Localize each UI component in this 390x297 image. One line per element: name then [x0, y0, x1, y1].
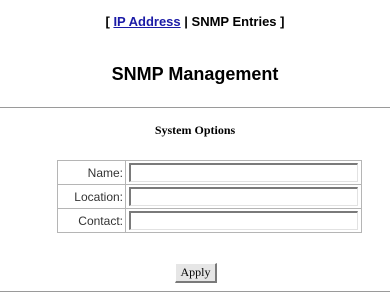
location-row: Location:: [57, 184, 362, 209]
nav-close-bracket: ]: [280, 14, 285, 29]
location-label: Location:: [57, 184, 126, 209]
ip-address-link[interactable]: IP Address: [113, 14, 180, 29]
name-input[interactable]: [129, 163, 358, 182]
nav-open-bracket: [: [105, 14, 110, 29]
nav-breadcrumb: [ IP Address | SNMP Entries ]: [0, 14, 390, 29]
page-title: SNMP Management: [111, 64, 279, 84]
top-divider: [0, 107, 390, 109]
contact-label: Contact:: [57, 208, 126, 233]
contact-input[interactable]: [129, 211, 358, 230]
system-options-form: Name: Location: Contact:: [57, 160, 362, 233]
location-input[interactable]: [129, 187, 358, 206]
snmp-entries-current: SNMP Entries: [191, 14, 277, 29]
nav-separator: |: [184, 14, 188, 29]
section-title: System Options: [154, 123, 236, 137]
apply-button[interactable]: Apply: [175, 263, 217, 283]
bottom-divider: [0, 291, 390, 292]
name-label: Name:: [57, 160, 126, 185]
name-row: Name:: [57, 160, 362, 185]
contact-row: Contact:: [57, 208, 362, 233]
